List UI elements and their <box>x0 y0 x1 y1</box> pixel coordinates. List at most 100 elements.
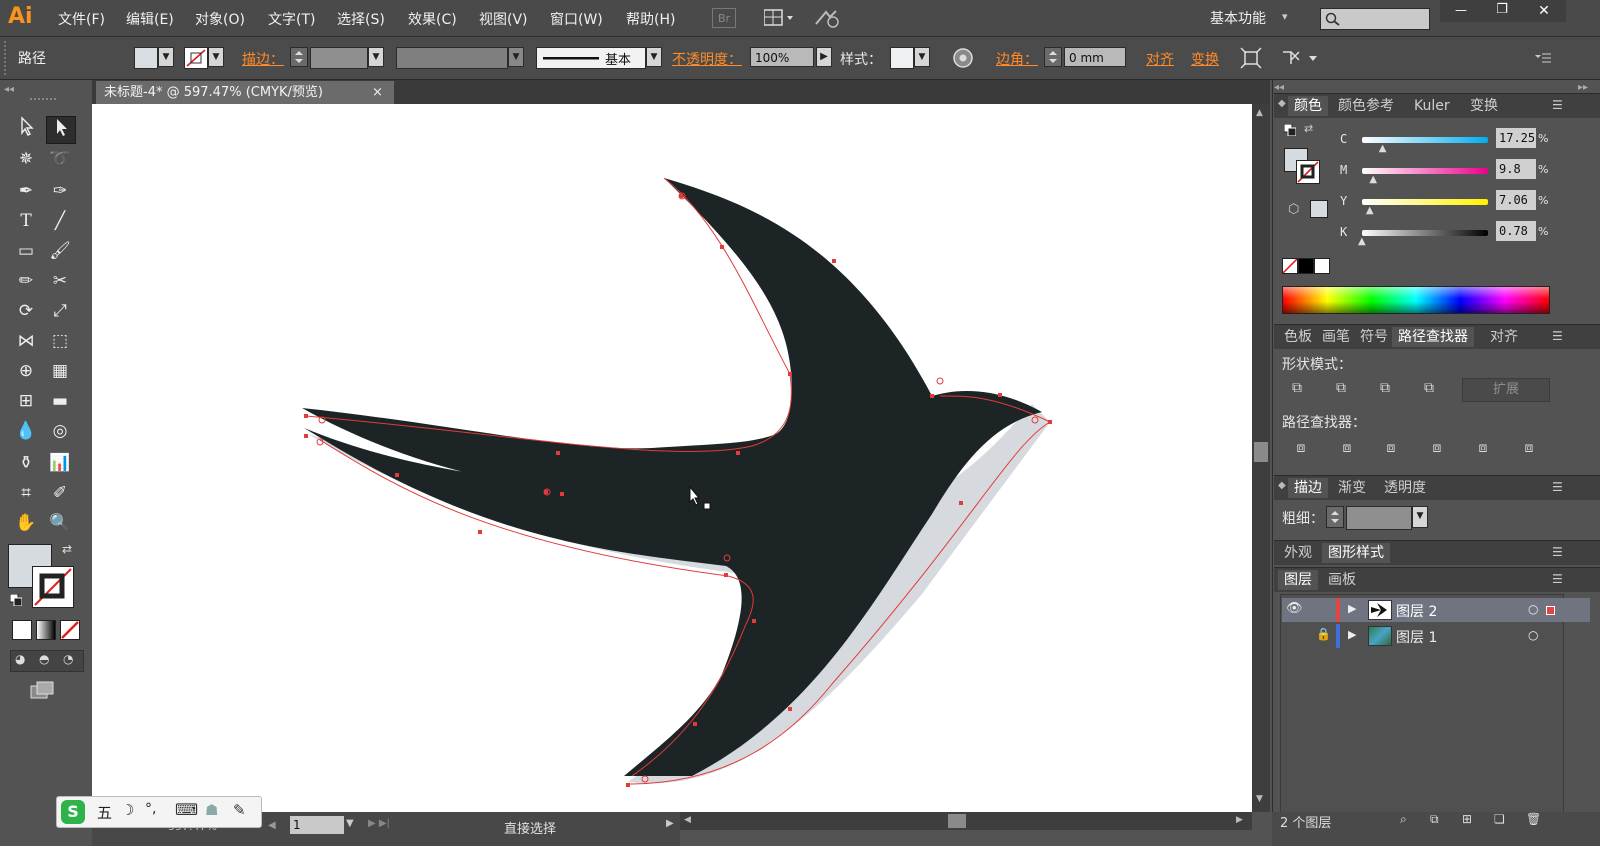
graphic-style-dropdown[interactable]: ▼ <box>914 47 930 67</box>
pen-tool-icon[interactable]: ✒ <box>12 178 40 204</box>
prev-artboard-icon[interactable]: ◀ <box>268 820 276 831</box>
direct-selection-tool-icon[interactable] <box>46 116 76 144</box>
zoom-tool-icon[interactable]: 🔍 <box>46 510 74 536</box>
layers-panel-menu-icon[interactable]: ☰ <box>1552 572 1563 586</box>
selection-indicator[interactable] <box>1546 606 1555 615</box>
artboard-tool-icon[interactable]: ⌗ <box>12 480 40 506</box>
black-swatch[interactable] <box>1298 258 1314 274</box>
draw-modes[interactable]: ◕ ◓ ◔ <box>10 650 84 672</box>
new-layer-icon[interactable]: ❏ <box>1494 812 1505 826</box>
target-circle-icon[interactable]: ○ <box>1528 628 1538 642</box>
stroke-options-toggle-icon[interactable]: ◆ <box>1278 480 1286 491</box>
gradient-tool-icon[interactable]: ▬ <box>46 388 74 414</box>
stroke-weight-stepper[interactable] <box>290 47 308 67</box>
ime-mode-label[interactable]: 五 <box>97 802 112 823</box>
channel-k-value[interactable]: 0.78 <box>1496 221 1536 241</box>
user-icon[interactable]: ☗ <box>205 801 218 819</box>
trim-icon[interactable]: ⧈ <box>1336 440 1358 460</box>
transform-link[interactable]: 变换 <box>1191 49 1219 69</box>
channel-k-track[interactable] <box>1362 230 1488 236</box>
wrench-icon[interactable]: ✎ <box>233 801 246 819</box>
control-menu-icon[interactable] <box>1534 51 1552 65</box>
workspace-switcher[interactable]: 基本功能 <box>1210 8 1266 28</box>
control-bar-grip[interactable] <box>4 41 10 75</box>
gradient-mode-icon[interactable] <box>36 620 56 640</box>
restore-button[interactable]: ❐ <box>1482 0 1522 22</box>
menu-file[interactable]: 文件(F) <box>58 9 105 29</box>
close-document-icon[interactable]: × <box>372 81 383 104</box>
keyboard-icon[interactable]: ⌨ <box>175 800 198 819</box>
default-colors-icon[interactable] <box>9 593 23 607</box>
align-link[interactable]: 对齐 <box>1146 49 1174 69</box>
channel-y-track[interactable] <box>1362 199 1488 205</box>
draw-inside-icon[interactable]: ◔ <box>63 652 73 666</box>
mini-default-colors-icon[interactable] <box>1283 123 1297 137</box>
hand-tool-icon[interactable]: ✋ <box>12 510 40 536</box>
mesh-tool-icon[interactable]: ⊞ <box>12 388 40 414</box>
tab-kuler[interactable]: Kuler <box>1408 96 1456 116</box>
channel-c-thumb[interactable]: ▲ <box>1379 143 1387 154</box>
tab-graphic-styles[interactable]: 图形样式 <box>1322 543 1390 563</box>
rotate-tool-icon[interactable]: ⟳ <box>12 298 40 324</box>
tab-pathfinder[interactable]: 路径查找器 <box>1392 327 1474 347</box>
slice-tool-icon[interactable]: ✐ <box>46 480 74 506</box>
opacity-slider-arrow-icon[interactable]: ▶ <box>816 47 832 67</box>
exclude-icon[interactable]: ⧉ <box>1418 380 1440 400</box>
stroke-weight-input[interactable] <box>310 47 368 69</box>
channel-m-track[interactable] <box>1362 168 1488 174</box>
fill-dropdown[interactable]: ▼ <box>158 47 174 67</box>
color-mode-icon[interactable] <box>12 620 32 640</box>
tab-appearance[interactable]: 外观 <box>1278 543 1318 563</box>
visibility-eye-icon[interactable]: 👁 <box>1286 601 1303 616</box>
stroke-color-box[interactable] <box>32 566 74 608</box>
punctuation-icon[interactable]: °, <box>145 801 156 817</box>
draw-normal-icon[interactable]: ◕ <box>15 652 25 666</box>
stroke-dropdown[interactable]: ▼ <box>208 47 224 67</box>
minus-front-icon[interactable]: ⧉ <box>1330 380 1352 400</box>
bridge-button[interactable]: Br <box>712 8 736 28</box>
color-panel-stroke-box[interactable] <box>1296 160 1320 184</box>
vertical-scrollbar[interactable]: ▲ ▼ <box>1252 104 1270 812</box>
blend-tool-icon[interactable]: ◎ <box>46 418 74 444</box>
graphic-style-swatch[interactable] <box>890 47 914 69</box>
tab-color-guide[interactable]: 颜色参考 <box>1332 96 1400 116</box>
document-tab[interactable]: 未标题-4* @ 597.47% (CMYK/预览) × <box>96 81 394 104</box>
swap-fill-stroke-icon[interactable]: ⇄ <box>62 542 72 556</box>
new-sublayer-icon[interactable]: ⊞ <box>1462 812 1472 826</box>
collapse-tools-icon[interactable]: ◂◂ <box>4 84 14 95</box>
variable-width-profile[interactable] <box>396 47 508 69</box>
opacity-input[interactable]: 100% <box>750 47 814 67</box>
intersect-icon[interactable]: ⧉ <box>1374 380 1396 400</box>
layer-row-2[interactable]: 👁 ▶ 图层 2 ○ <box>1282 598 1590 622</box>
color-panel-menu-icon[interactable]: ☰ <box>1552 98 1563 112</box>
artboard-dropdown-icon[interactable]: ▼ <box>346 818 354 829</box>
color-spectrum[interactable] <box>1282 286 1550 314</box>
tools-grip[interactable] <box>30 98 56 104</box>
panel-options-toggle-icon[interactable]: ◆ <box>1278 98 1286 109</box>
stroke-swatch[interactable] <box>184 47 208 69</box>
menu-window[interactable]: 窗口(W) <box>550 9 603 29</box>
none-mode-icon[interactable] <box>60 620 80 640</box>
outline-icon[interactable]: ⧈ <box>1472 440 1494 460</box>
paintbrush-icon[interactable]: 🖌 <box>46 238 74 264</box>
menu-edit[interactable]: 编辑(E) <box>126 9 174 29</box>
locate-object-icon[interactable]: ⌕ <box>1400 812 1407 827</box>
tab-transform[interactable]: 变换 <box>1464 96 1504 116</box>
isolate-group-icon[interactable] <box>1240 47 1262 69</box>
line-tool-icon[interactable]: ╱ <box>46 208 74 234</box>
channel-k-thumb[interactable]: ▲ <box>1358 236 1366 247</box>
tab-gradient[interactable]: 渐变 <box>1332 478 1372 498</box>
fill-swatch[interactable] <box>134 47 158 69</box>
channel-m-thumb[interactable]: ▲ <box>1369 174 1377 185</box>
screen-mode-icon[interactable] <box>30 680 56 700</box>
corner-stepper[interactable] <box>1044 47 1062 67</box>
variable-width-dropdown[interactable]: ▼ <box>508 47 524 67</box>
horizontal-scroll-thumb[interactable] <box>948 814 966 828</box>
brush-definition[interactable]: 基本 <box>536 47 646 69</box>
selection-tool-icon[interactable] <box>12 116 40 142</box>
artboard-number-input[interactable]: 1 <box>290 816 344 834</box>
layer-row-1[interactable]: 🔒 ▶ 图层 1 ○ <box>1282 624 1590 648</box>
expand-panels-icon[interactable]: ▸▸ <box>1578 82 1588 93</box>
workspace-chevron-icon[interactable]: ▾ <box>1282 10 1288 23</box>
symbol-sprayer-icon[interactable]: ⚱ <box>12 450 40 476</box>
